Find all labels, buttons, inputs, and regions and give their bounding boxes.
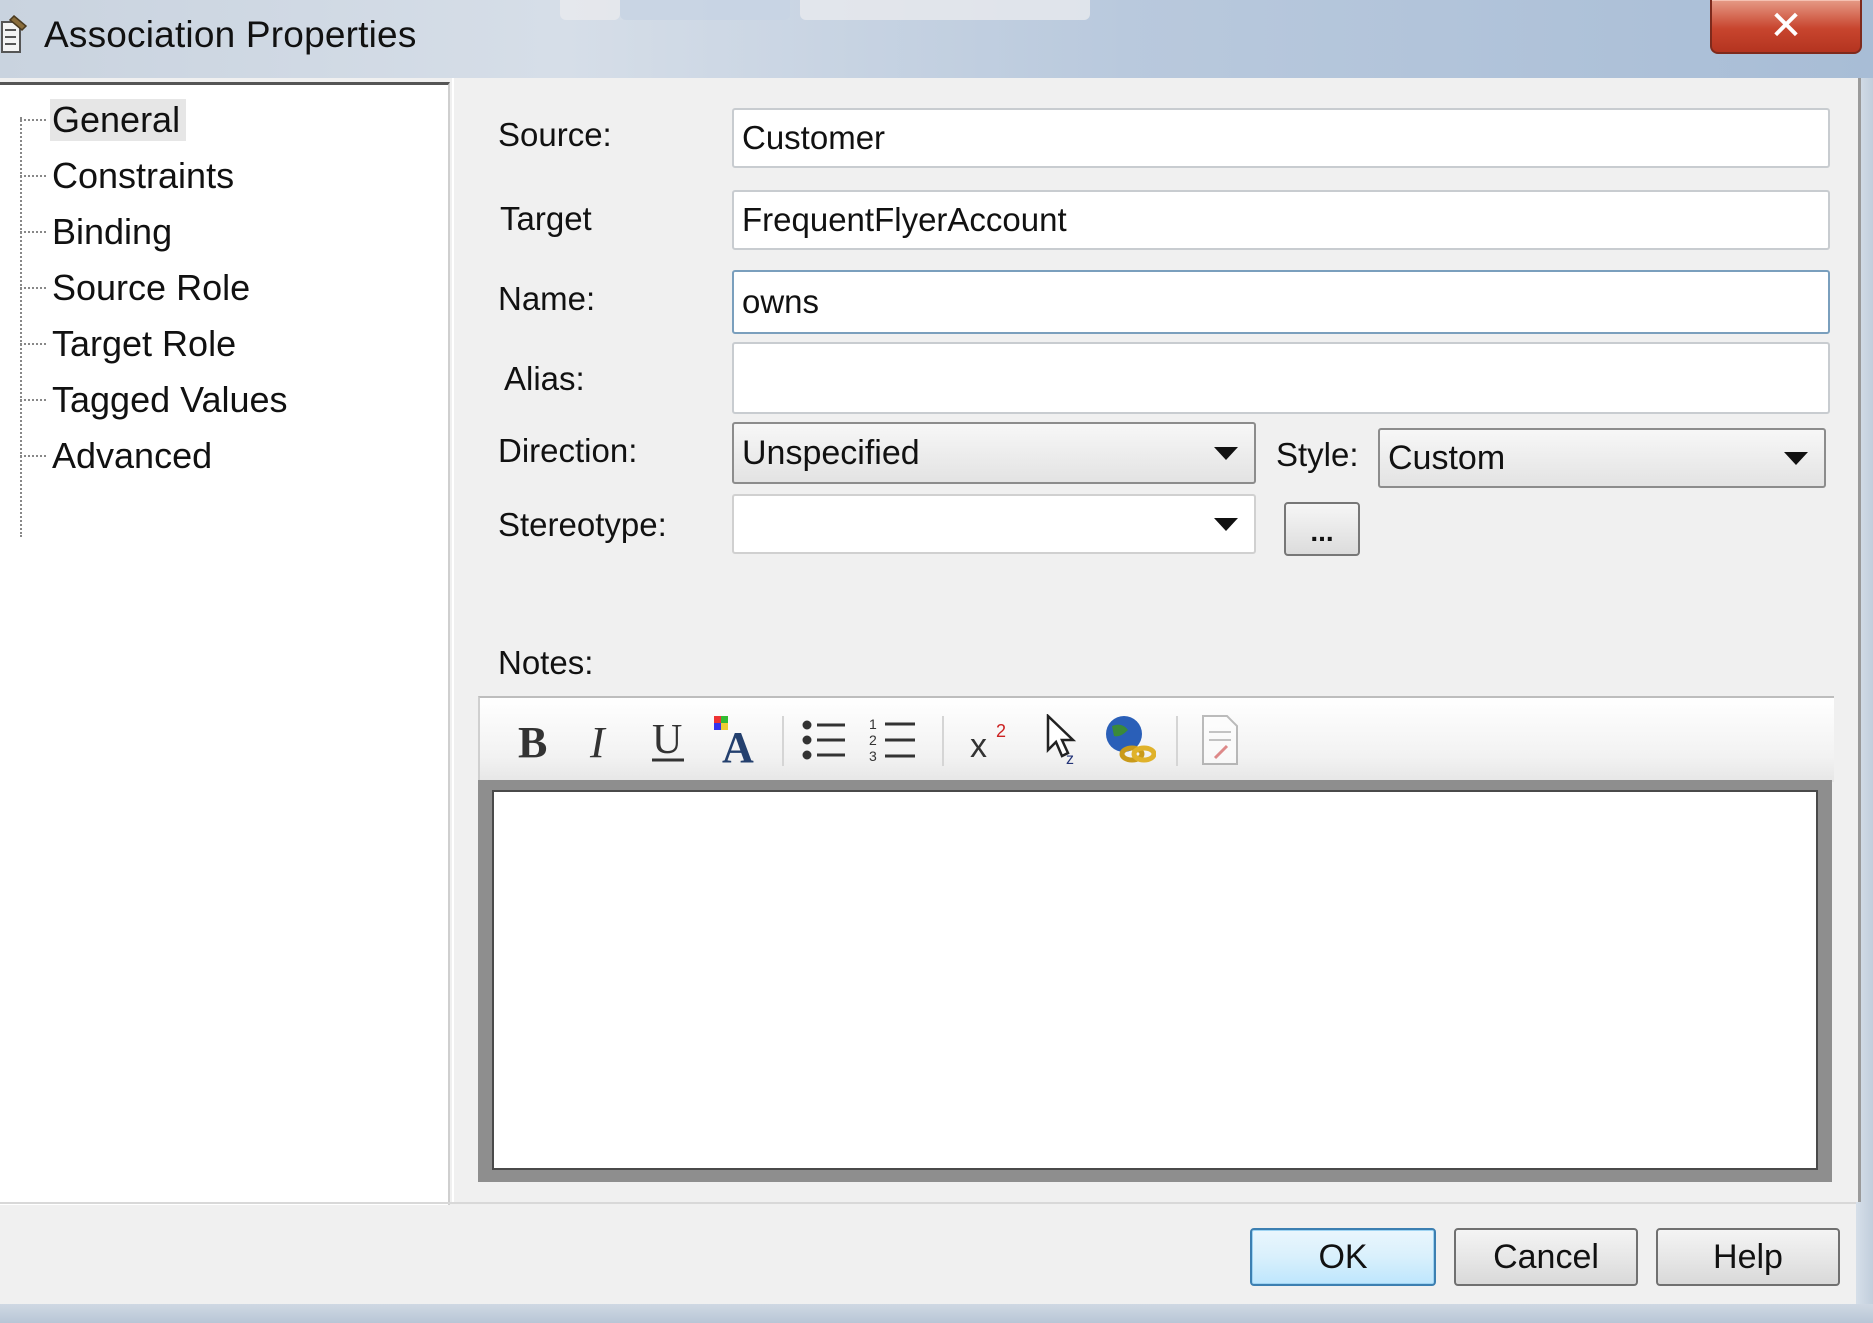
name-label: Name:	[498, 280, 596, 317]
source-label: Source:	[498, 116, 612, 153]
tree-item-binding[interactable]: Binding	[20, 207, 178, 257]
source-field[interactable]	[732, 108, 1830, 168]
tree-item-label: Tagged Values	[52, 379, 288, 420]
hyperlink-globe-icon[interactable]	[1100, 712, 1156, 768]
document-icon[interactable]	[1192, 712, 1248, 768]
stereotype-browse-button[interactable]: ...	[1284, 502, 1360, 556]
tree-item-label: General	[50, 99, 187, 141]
background-window-fragment	[560, 0, 620, 20]
style-select[interactable]: Custom	[1378, 428, 1826, 488]
superscript-icon[interactable]: x2	[964, 712, 1020, 768]
svg-text:U: U	[652, 717, 682, 763]
stereotype-label: Stereotype:	[498, 506, 667, 543]
close-icon: ✕	[1769, 4, 1803, 48]
background-window-fragment	[620, 0, 790, 20]
direction-label: Direction:	[498, 432, 638, 469]
insert-link-cursor-icon[interactable]: z	[1036, 712, 1092, 768]
svg-text:z: z	[1066, 751, 1074, 766]
svg-text:I: I	[589, 718, 607, 763]
svg-text:2: 2	[869, 732, 877, 748]
chevron-down-icon[interactable]	[1214, 518, 1238, 531]
font-color-icon[interactable]: A	[708, 712, 764, 768]
name-field[interactable]	[732, 270, 1830, 334]
bold-icon[interactable]: B	[504, 712, 560, 768]
tree-item-label: Binding	[52, 211, 173, 252]
bullet-list-icon[interactable]	[796, 712, 852, 768]
help-button[interactable]: Help	[1656, 1228, 1840, 1286]
direction-value: Unspecified	[742, 433, 920, 472]
target-field[interactable]	[732, 190, 1830, 250]
svg-text:B: B	[518, 718, 547, 763]
tree-item-constraints[interactable]: Constraints	[20, 151, 240, 201]
chevron-down-icon[interactable]	[1214, 447, 1238, 460]
window-border-bottom	[0, 1304, 1873, 1323]
svg-text:A: A	[722, 723, 754, 766]
footer-divider	[0, 1202, 1856, 1204]
tree-item-target-role[interactable]: Target Role	[20, 319, 242, 369]
tree-item-advanced[interactable]: Advanced	[20, 431, 218, 481]
svg-text:2: 2	[996, 721, 1006, 741]
cancel-button[interactable]: Cancel	[1454, 1228, 1638, 1286]
ok-button[interactable]: OK	[1250, 1228, 1436, 1286]
tree-item-source-role[interactable]: Source Role	[20, 263, 256, 313]
tree-item-label: Target Role	[52, 323, 237, 364]
tree-item-tagged-values[interactable]: Tagged Values	[20, 375, 294, 425]
tree-item-label: Constraints	[52, 155, 235, 196]
alias-field[interactable]	[732, 342, 1830, 414]
alias-label: Alias:	[504, 360, 585, 397]
svg-text:x: x	[970, 727, 987, 763]
chevron-down-icon[interactable]	[1784, 452, 1808, 465]
direction-select[interactable]: Unspecified	[732, 422, 1256, 484]
properties-icon	[1, 14, 28, 53]
tree-item-label: Advanced	[52, 435, 213, 476]
category-tree: General Constraints Binding Source Role …	[0, 82, 450, 1205]
underline-icon[interactable]: U	[640, 712, 696, 768]
background-window-fragment	[800, 0, 1090, 20]
notes-label: Notes:	[498, 644, 594, 681]
notes-editor-frame	[478, 780, 1832, 1182]
target-label: Target	[500, 200, 592, 237]
ok-label: OK	[1318, 1237, 1368, 1276]
style-label: Style:	[1276, 436, 1359, 473]
italic-icon[interactable]: I	[572, 712, 628, 768]
window-title: Association Properties	[44, 14, 417, 55]
notes-formatting-toolbar: B I U A 1 2 3 x2 z	[478, 696, 1834, 782]
svg-text:3: 3	[869, 748, 877, 764]
notes-text-area[interactable]	[492, 790, 1818, 1170]
cancel-label: Cancel	[1493, 1237, 1599, 1276]
tree-item-label: Source Role	[52, 267, 251, 308]
help-label: Help	[1713, 1237, 1783, 1276]
ellipsis-label: ...	[1310, 516, 1334, 547]
numbered-list-icon[interactable]: 1 2 3	[864, 712, 920, 768]
stereotype-select[interactable]	[732, 494, 1256, 554]
tree-item-general[interactable]: General	[20, 95, 187, 145]
svg-text:1: 1	[869, 716, 877, 732]
close-button[interactable]: ✕	[1710, 0, 1862, 54]
style-value: Custom	[1388, 438, 1506, 477]
title-bar: Association Properties ✕	[0, 0, 1873, 78]
